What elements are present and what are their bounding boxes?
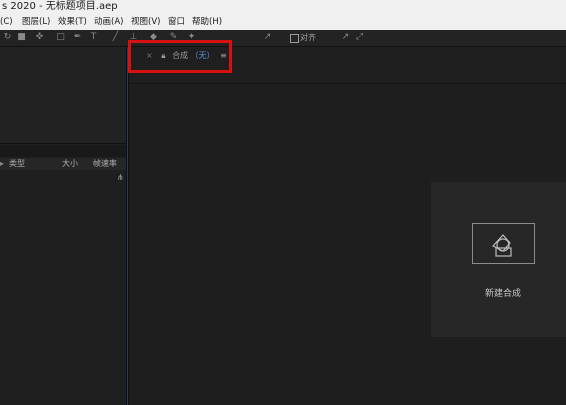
menu-help[interactable]: 帮助(H) — [192, 14, 222, 30]
pen-tool-icon[interactable]: ✒ — [72, 32, 83, 43]
window-title: s 2020 - 无标题项目.aep — [2, 1, 118, 12]
rectangle-tool-icon[interactable]: □ — [55, 32, 66, 43]
brush-tool-icon[interactable]: ╱ — [110, 32, 121, 43]
menu-window[interactable]: 窗口 — [168, 14, 185, 30]
project-panel: ▸ 类型 大小 帧速率 ⋔ — [0, 47, 126, 405]
column-size[interactable]: 大小 — [62, 158, 78, 170]
camera-tool-icon[interactable]: ■ — [16, 32, 27, 43]
align-label: 对齐 — [300, 33, 316, 42]
new-composition-icon[interactable] — [472, 223, 535, 264]
flowchart-icon[interactable]: ⋔ — [117, 173, 124, 182]
menu-bar: (C) 图层(L) 效果(T) 动画(A) 视图(V) 窗口 帮助(H) — [0, 14, 566, 31]
menu-layer[interactable]: 图层(L) — [22, 14, 50, 30]
sort-arrow-icon[interactable]: ▸ — [0, 158, 4, 170]
shapes-icon — [492, 234, 512, 257]
snap-to-edge-icon[interactable]: ↗ — [340, 32, 351, 43]
pan-behind-tool-icon[interactable]: ✜ — [34, 32, 45, 43]
new-composition-label[interactable]: 新建合成 — [470, 286, 536, 299]
expand-icon[interactable]: ⤢ — [354, 32, 365, 43]
snap-icon[interactable]: ↗ — [262, 32, 273, 43]
rotate-tool-icon[interactable]: ↻ — [2, 32, 13, 43]
panel-divider[interactable] — [126, 47, 129, 405]
menu-view[interactable]: 视图(V) — [131, 14, 160, 30]
menu-animation[interactable]: 动画(A) — [94, 14, 123, 30]
highlight-box — [128, 40, 232, 73]
menu-effect[interactable]: 效果(T) — [58, 14, 87, 30]
menu-composition[interactable]: (C) — [0, 14, 13, 30]
column-type[interactable]: 类型 — [9, 158, 25, 170]
column-fps[interactable]: 帧速率 — [93, 158, 117, 170]
tools-bar: ↻ ■ ✜ □ ✒ T ╱ ⊥ ◆ ✎ ✦ ↗ 对齐 ↗ ⤢ — [0, 30, 566, 47]
align-checkbox[interactable] — [290, 34, 299, 43]
title-bar: s 2020 - 无标题项目.aep — [0, 0, 566, 14]
project-preview-area — [0, 47, 126, 144]
project-column-header: ▸ 类型 大小 帧速率 — [0, 158, 126, 170]
project-search-bar[interactable] — [0, 145, 126, 157]
type-tool-icon[interactable]: T — [88, 32, 99, 43]
